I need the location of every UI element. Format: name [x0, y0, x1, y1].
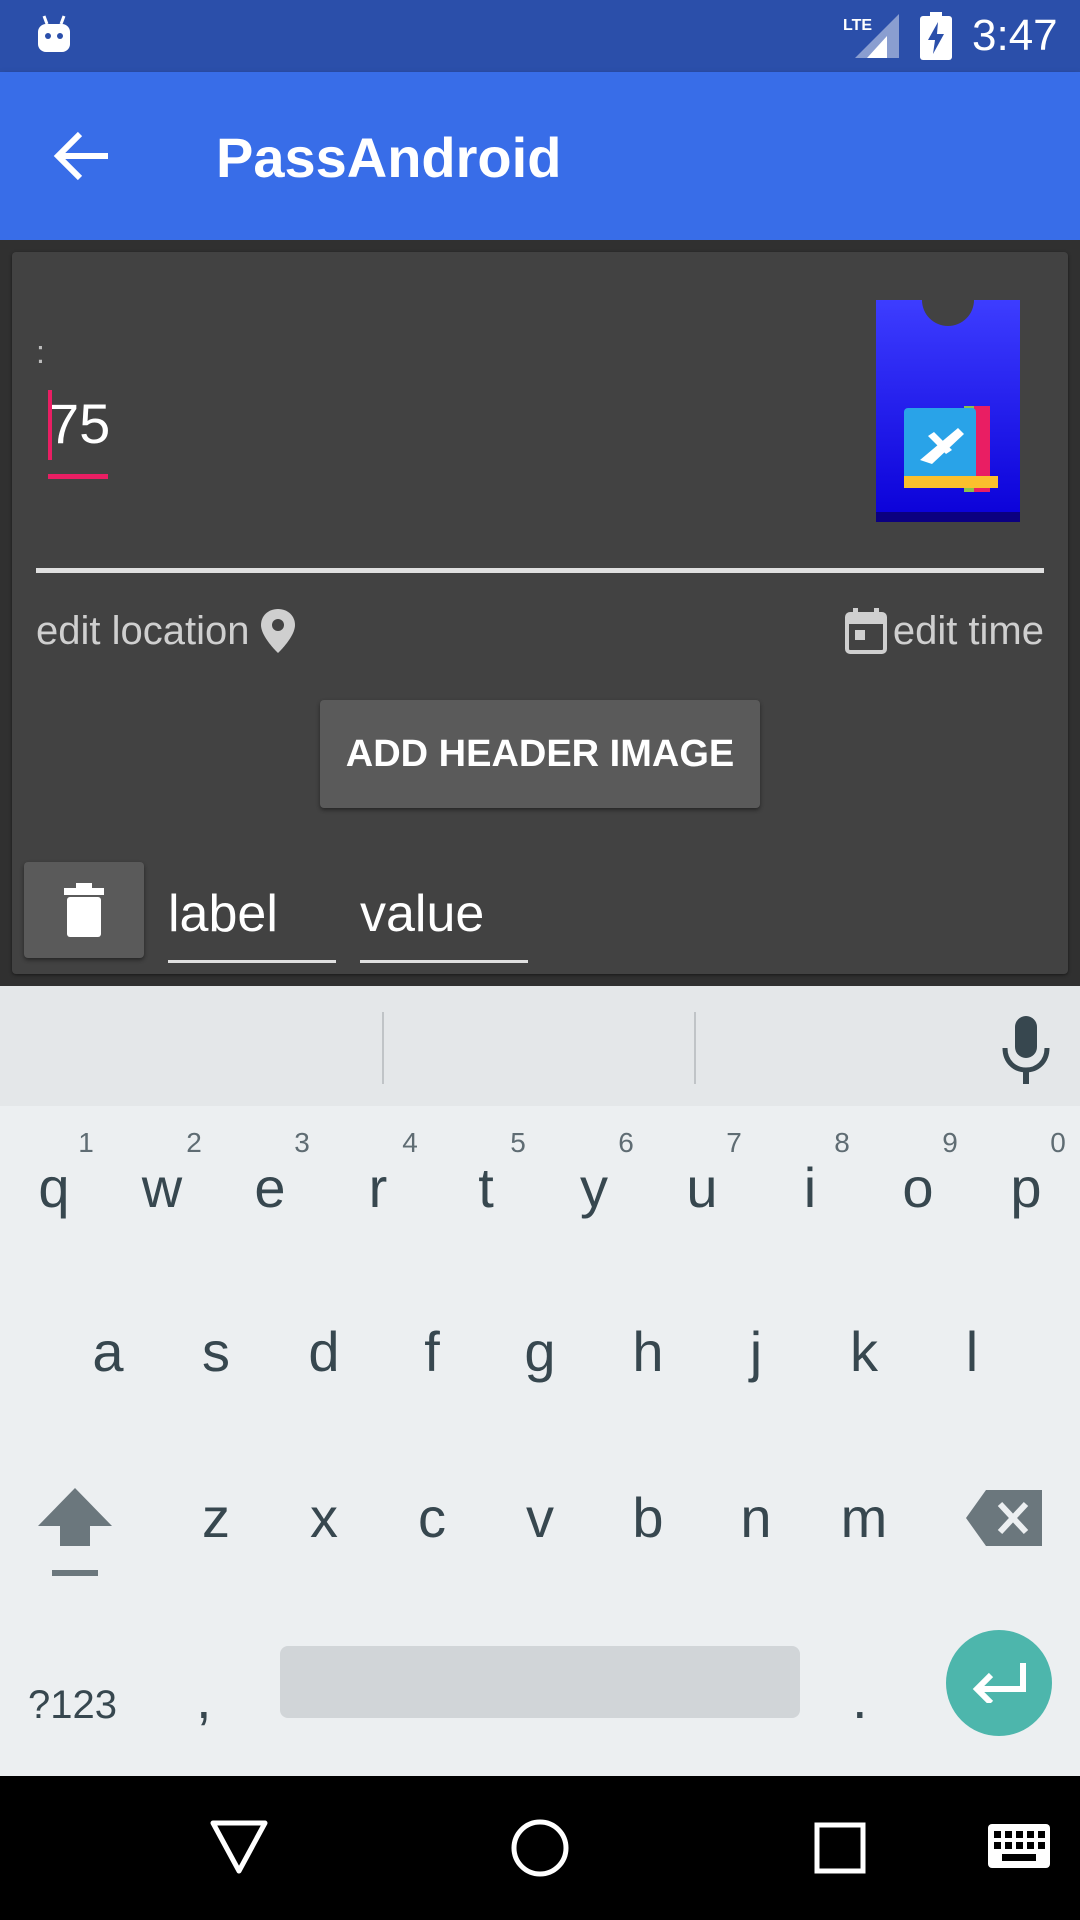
battery-charging-icon: [920, 12, 952, 60]
key-x[interactable]: x: [270, 1486, 378, 1550]
enter-icon: [972, 1663, 1026, 1703]
status-bar: LTE 3:47: [0, 0, 1080, 72]
key-i[interactable]: i: [756, 1156, 864, 1220]
trash-icon: [64, 883, 104, 937]
mic-icon[interactable]: [1000, 1016, 1052, 1086]
symbols-key[interactable]: ?123: [28, 1682, 117, 1728]
keyboard-switch-icon[interactable]: [988, 1824, 1050, 1868]
backspace-icon[interactable]: [966, 1490, 1042, 1546]
value-field[interactable]: value: [360, 882, 528, 946]
period-key[interactable]: .: [852, 1666, 868, 1731]
key-hint-6: 6: [618, 1127, 634, 1158]
space-key[interactable]: [280, 1646, 800, 1718]
edit-location-label: edit location: [36, 609, 250, 653]
calendar-icon: [844, 608, 887, 654]
key-r[interactable]: r: [324, 1156, 432, 1220]
key-h[interactable]: h: [594, 1320, 702, 1384]
edit-time-button[interactable]: edit time: [844, 604, 1044, 658]
key-l[interactable]: l: [918, 1320, 1026, 1384]
svg-text:LTE: LTE: [843, 17, 872, 34]
key-v[interactable]: v: [486, 1486, 594, 1550]
edit-time-label: edit time: [892, 609, 1044, 653]
key-t[interactable]: t: [432, 1156, 540, 1220]
app-bar: PassAndroid: [0, 72, 1080, 240]
text-cursor: [48, 390, 52, 460]
key-o[interactable]: o: [864, 1156, 972, 1220]
status-time: 3:47: [972, 11, 1058, 60]
key-hint-4: 4: [402, 1127, 418, 1158]
key-u[interactable]: u: [648, 1156, 756, 1220]
key-n[interactable]: n: [702, 1486, 810, 1550]
key-g[interactable]: g: [486, 1320, 594, 1384]
label-field-underline: [168, 960, 336, 963]
key-m[interactable]: m: [810, 1486, 918, 1550]
key-hint-5: 5: [510, 1127, 526, 1158]
key-w[interactable]: w: [108, 1156, 216, 1220]
android-debug-icon: [38, 15, 70, 52]
key-z[interactable]: z: [162, 1486, 270, 1550]
key-c[interactable]: c: [378, 1486, 486, 1550]
suggestion-divider: [382, 1012, 384, 1084]
key-hint-0: 0: [1050, 1127, 1066, 1158]
recents-square-icon[interactable]: [814, 1822, 866, 1874]
key-hint-3: 3: [294, 1127, 310, 1158]
back-triangle-icon[interactable]: [210, 1820, 268, 1874]
arrow-back-icon[interactable]: [52, 128, 116, 184]
key-y[interactable]: y: [540, 1156, 648, 1220]
home-circle-icon[interactable]: [510, 1818, 570, 1878]
suggestion-strip: [0, 986, 1080, 1106]
comma-key[interactable]: ,: [196, 1666, 212, 1731]
enter-key[interactable]: [946, 1630, 1052, 1736]
suggestion-divider: [694, 1012, 696, 1084]
pass-thumbnail-icon[interactable]: [876, 300, 1020, 522]
key-f[interactable]: f: [378, 1320, 486, 1384]
shift-icon[interactable]: [38, 1488, 112, 1578]
content-area: : 75 edit location edit time ADD HEADER …: [0, 240, 1080, 986]
delete-field-button[interactable]: [24, 862, 144, 958]
field-prefix: :: [36, 334, 45, 370]
key-hint-1: 1: [78, 1127, 94, 1158]
navigation-bar: [0, 1776, 1080, 1920]
primary-value-input[interactable]: 75: [48, 392, 110, 456]
key-a[interactable]: a: [54, 1320, 162, 1384]
label-field[interactable]: label: [168, 882, 336, 946]
key-hint-9: 9: [942, 1127, 958, 1158]
key-k[interactable]: k: [810, 1320, 918, 1384]
app-title: PassAndroid: [216, 126, 562, 189]
key-j[interactable]: j: [702, 1320, 810, 1384]
add-header-image-button[interactable]: ADD HEADER IMAGE: [320, 700, 760, 808]
pass-card: : 75 edit location edit time ADD HEADER …: [12, 252, 1068, 974]
value-field-underline: [360, 960, 528, 963]
location-pin-icon: [261, 609, 296, 653]
key-p[interactable]: p: [972, 1156, 1080, 1220]
key-hint-7: 7: [726, 1127, 742, 1158]
key-q[interactable]: q: [0, 1156, 108, 1220]
key-s[interactable]: s: [162, 1320, 270, 1384]
section-divider: [36, 568, 1044, 573]
key-b[interactable]: b: [594, 1486, 702, 1550]
key-e[interactable]: e: [216, 1156, 324, 1220]
edit-location-button[interactable]: edit location: [36, 604, 296, 658]
key-d[interactable]: d: [270, 1320, 378, 1384]
soft-keyboard: q1w2e3r4t5y6u7i8o9p0 asdfghjkl zxcvbnm ?…: [0, 986, 1080, 1776]
key-hint-2: 2: [186, 1127, 202, 1158]
value-input-underline: [48, 474, 108, 479]
lte-signal-icon: LTE: [843, 14, 899, 58]
key-hint-8: 8: [834, 1127, 850, 1158]
